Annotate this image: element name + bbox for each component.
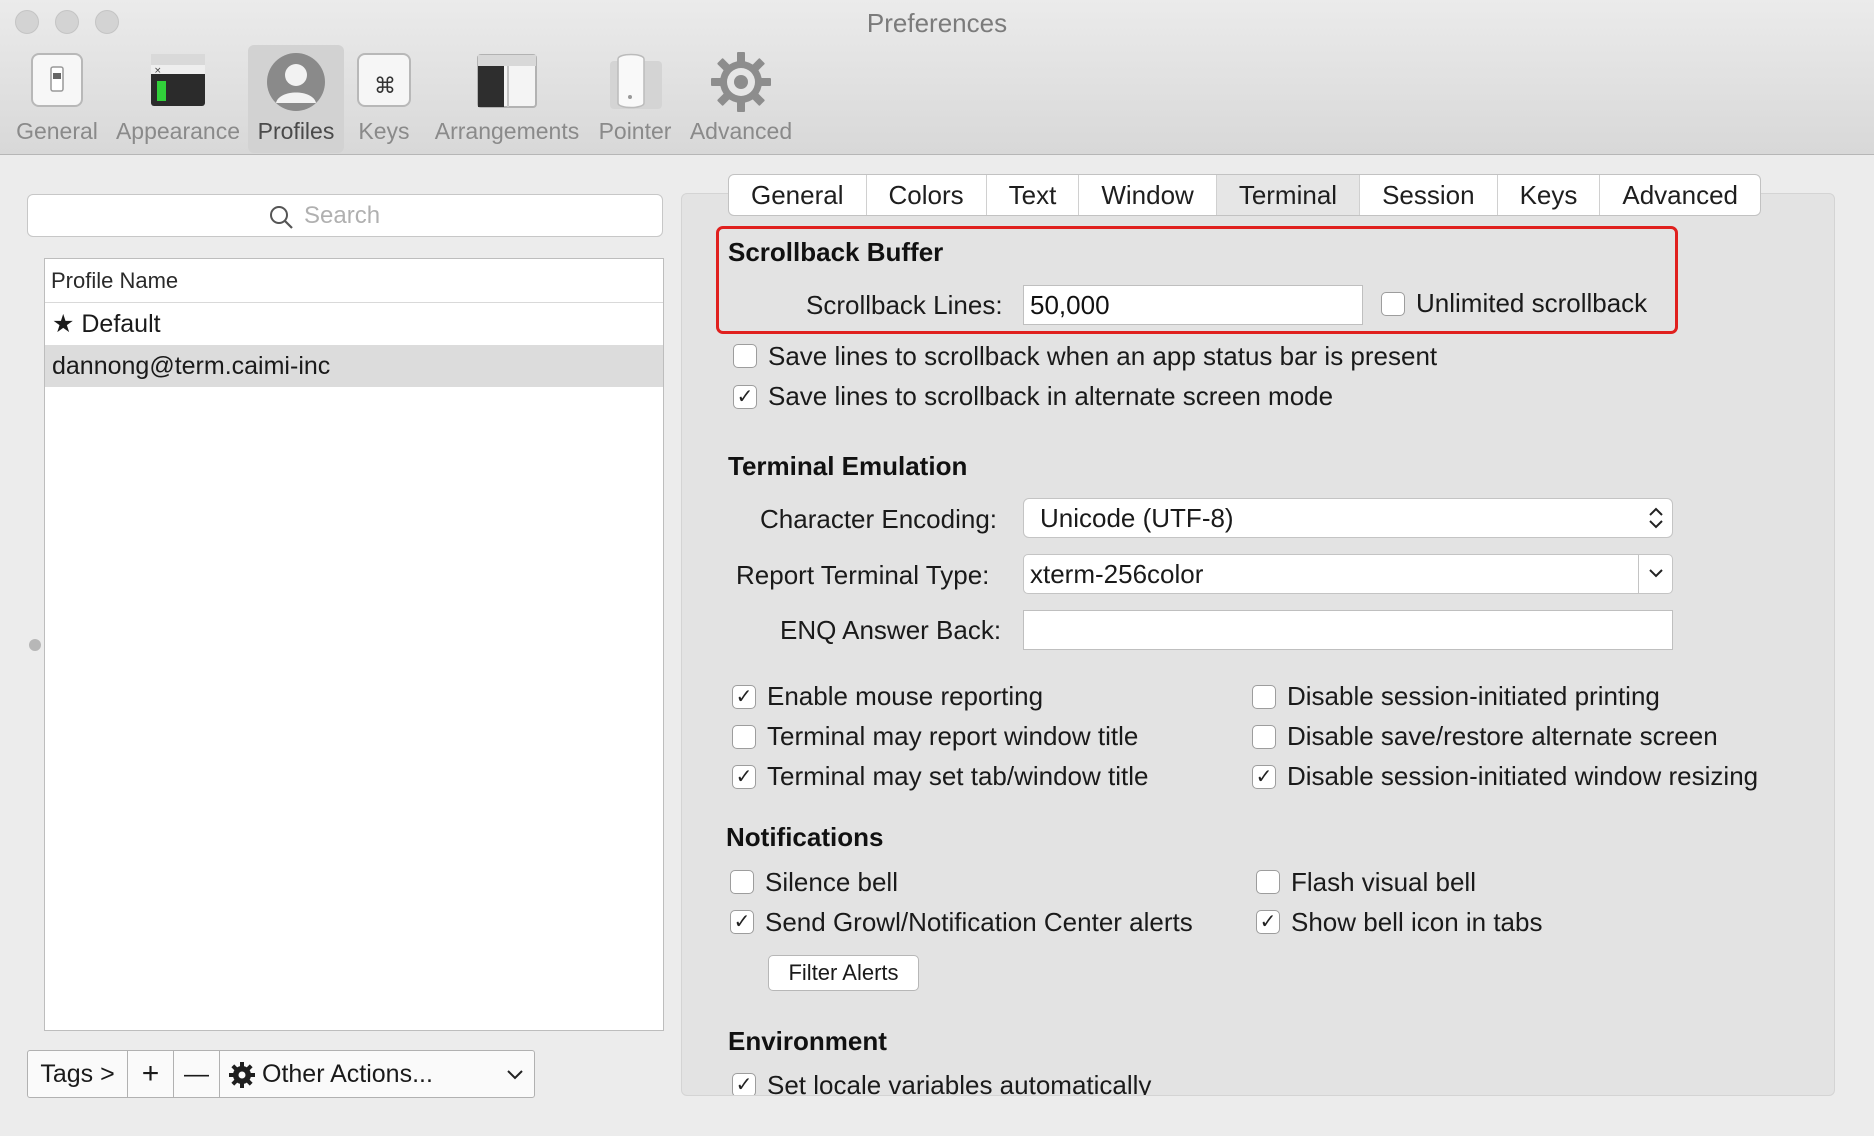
arrangements-window-icon [476,51,538,116]
report-terminal-type-combo[interactable]: xterm-256color [1023,554,1673,594]
toolbar-arrangements[interactable]: Arrangements [430,45,584,153]
enable-mouse-reporting-checkbox[interactable]: ✓ [732,685,756,709]
disable-window-resizing-checkbox[interactable]: ✓ [1252,765,1276,789]
disable-alternate-screen-label: Disable save/restore alternate screen [1287,721,1718,751]
pointer-mouse-icon [604,51,666,118]
title-bar: Preferences General × Appearance Profile… [0,0,1874,155]
silence-bell-label: Silence bell [765,867,898,897]
gear-icon [229,1062,255,1089]
tab-keys[interactable]: Keys [1498,175,1601,215]
enq-answer-back-label: ENQ Answer Back: [780,615,1002,645]
disable-alternate-screen-checkbox[interactable] [1252,725,1276,749]
status-bar-scrollback-label: Save lines to scrollback when an app sta… [768,341,1438,371]
tab-text[interactable]: Text [987,175,1080,215]
preferences-window: Preferences General × Appearance Profile… [0,0,1874,1136]
flash-visual-bell-label: Flash visual bell [1291,867,1476,897]
profiles-person-icon [265,51,327,118]
character-encoding-value: Unicode (UTF-8) [1040,503,1234,533]
keys-command-icon: ⌘ [355,51,413,114]
tab-window[interactable]: Window [1079,175,1217,215]
set-tab-window-title-checkbox[interactable]: ✓ [732,765,756,789]
profile-name-column-header[interactable]: Profile Name [45,259,663,303]
report-terminal-type-dropdown-button[interactable] [1638,555,1672,593]
toolbar-advanced-label: Advanced [689,118,793,144]
tab-colors[interactable]: Colors [867,175,987,215]
tab-session[interactable]: Session [1360,175,1498,215]
tab-advanced[interactable]: Advanced [1600,175,1760,215]
character-encoding-label: Character Encoding: [760,504,998,534]
profile-actions-bar: Tags > + — Other Actions... [27,1050,535,1098]
toolbar-general-label: General [16,118,98,144]
toolbar-pointer[interactable]: Pointer [594,45,676,153]
silence-bell-checkbox[interactable] [730,870,754,894]
remove-profile-button[interactable]: — [174,1051,220,1097]
enq-answer-back-field[interactable] [1023,610,1673,650]
chevron-down-icon [1649,569,1663,578]
chevron-down-icon [507,1070,523,1080]
toolbar-keys-label: Keys [358,118,410,144]
toolbar-profiles-label: Profiles [257,118,335,144]
search-icon [270,206,293,229]
disable-printing-label: Disable session-initiated printing [1287,681,1660,711]
profile-settings-tabs: General Colors Text Window Terminal Sess… [728,174,1762,216]
set-locale-label: Set locale variables automatically [767,1070,1152,1095]
tags-button[interactable]: Tags > [28,1051,128,1097]
toolbar-general[interactable]: General [14,45,100,153]
tab-terminal[interactable]: Terminal [1216,175,1361,215]
set-tab-window-title-label: Terminal may set tab/window title [767,761,1149,791]
toolbar-arrangements-label: Arrangements [434,118,580,144]
enable-mouse-reporting-label: Enable mouse reporting [767,681,1044,711]
terminal-emulation-section-title: Terminal Emulation [728,451,968,481]
disable-printing-checkbox[interactable] [1252,685,1276,709]
toolbar-keys[interactable]: ⌘ Keys [354,45,414,153]
scrollback-highlight-box [716,226,1678,334]
environment-section-title: Environment [728,1026,887,1056]
profile-row-default[interactable]: ★ Default [45,303,663,345]
toolbar-pointer-label: Pointer [598,118,672,144]
bell-icon-in-tabs-label: Show bell icon in tabs [1291,907,1543,937]
tab-general[interactable]: General [729,175,867,215]
report-terminal-type-value: xterm-256color [1030,559,1204,589]
add-profile-button[interactable]: + [128,1051,174,1097]
toolbar-profiles[interactable]: Profiles [248,45,344,153]
other-actions-label: Other Actions... [262,1060,433,1088]
toolbar-appearance[interactable]: × Appearance [114,45,242,153]
search-input[interactable] [304,201,624,231]
toolbar-appearance-label: Appearance [115,118,241,144]
status-bar-scrollback-checkbox[interactable] [733,344,757,368]
advanced-gear-icon [710,51,772,118]
flash-visual-bell-checkbox[interactable] [1256,870,1280,894]
general-switch-icon [29,51,85,114]
set-locale-checkbox[interactable]: ✓ [732,1073,756,1095]
growl-alerts-checkbox[interactable]: ✓ [730,910,754,934]
bell-icon-in-tabs-checkbox[interactable]: ✓ [1256,910,1280,934]
appearance-terminal-icon: × [148,51,208,114]
profile-row-selected[interactable]: dannong@term.caimi-inc [45,345,663,387]
growl-alerts-label: Send Growl/Notification Center alerts [765,907,1193,937]
svg-text:×: × [154,66,162,76]
filter-alerts-button[interactable]: Filter Alerts [768,955,919,991]
svg-text:⌘: ⌘ [374,74,396,99]
alternate-screen-scrollback-checkbox[interactable]: ✓ [733,385,757,409]
character-encoding-popup[interactable]: Unicode (UTF-8) [1023,498,1673,538]
profile-list: Profile Name ★ Default dannong@term.caim… [44,258,664,1031]
split-view-handle[interactable] [29,639,41,651]
report-window-title-label: Terminal may report window title [767,721,1139,751]
alternate-screen-scrollback-label: Save lines to scrollback in alternate sc… [768,381,1334,411]
toolbar-advanced[interactable]: Advanced [686,45,796,153]
report-terminal-type-label: Report Terminal Type: [736,560,990,590]
window-title: Preferences [866,8,1008,38]
other-actions-popup[interactable]: Other Actions... [220,1051,534,1097]
up-down-chevron-icon [1649,507,1663,529]
profile-search-field[interactable] [27,194,663,237]
report-window-title-checkbox[interactable] [732,725,756,749]
disable-window-resizing-label: Disable session-initiated window resizin… [1287,761,1759,791]
notifications-section-title: Notifications [726,822,884,852]
